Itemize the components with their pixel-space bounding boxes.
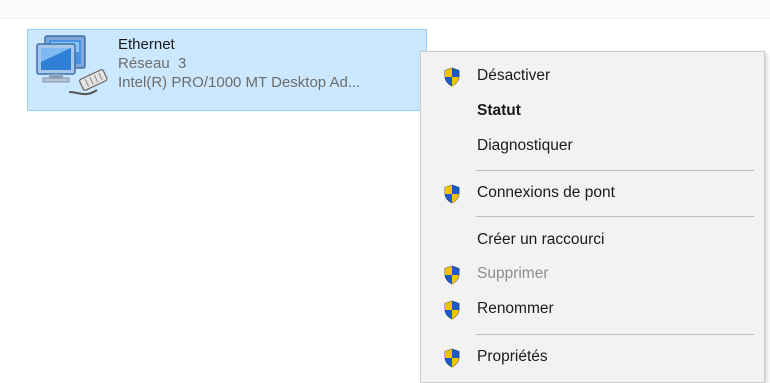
uac-shield-icon — [444, 265, 460, 285]
menu-separator — [476, 170, 754, 171]
menu-item-renommer[interactable]: Renommer — [421, 293, 764, 325]
menu-label-connexions-de-pont: Connexions de pont — [477, 184, 615, 201]
menu-item-proprietes[interactable]: Propriétés — [421, 341, 764, 373]
menu-label-desactiver: Désactiver — [477, 67, 551, 84]
menu-label-statut: Statut — [477, 102, 521, 119]
menu-item-supprimer: Supprimer — [421, 258, 764, 290]
uac-shield-icon — [444, 67, 460, 87]
adapter-device: Intel(R) PRO/1000 MT Desktop Ad... — [118, 74, 361, 91]
menu-item-connexions-de-pont[interactable]: Connexions de pont — [421, 177, 764, 209]
adapter-network: Réseau 3 — [118, 55, 187, 72]
adapter-name: Ethernet — [118, 36, 175, 53]
menu-separator — [476, 216, 754, 217]
menu-separator — [476, 334, 754, 335]
menu-label-supprimer: Supprimer — [477, 265, 549, 282]
menu-label-creer-raccourci: Créer un raccourci — [477, 231, 605, 248]
network-adapter-icon — [36, 35, 108, 96]
menu-label-proprietes: Propriétés — [477, 348, 548, 365]
menu-item-statut[interactable]: Statut — [421, 95, 764, 127]
network-adapter-ethernet[interactable]: Ethernet Réseau 3 Intel(R) PRO/1000 MT D… — [27, 29, 427, 111]
menu-item-desactiver[interactable]: Désactiver — [421, 60, 764, 92]
uac-shield-icon — [444, 300, 460, 320]
toolbar-strip — [0, 0, 770, 19]
menu-label-renommer: Renommer — [477, 300, 554, 317]
menu-item-diagnostiquer[interactable]: Diagnostiquer — [421, 130, 764, 162]
menu-label-diagnostiquer: Diagnostiquer — [477, 137, 573, 154]
uac-shield-icon — [444, 184, 460, 204]
context-menu: Désactiver Statut Diagnostiquer Connexio… — [420, 51, 765, 383]
menu-item-creer-raccourci[interactable]: Créer un raccourci — [421, 224, 764, 256]
uac-shield-icon — [444, 348, 460, 368]
